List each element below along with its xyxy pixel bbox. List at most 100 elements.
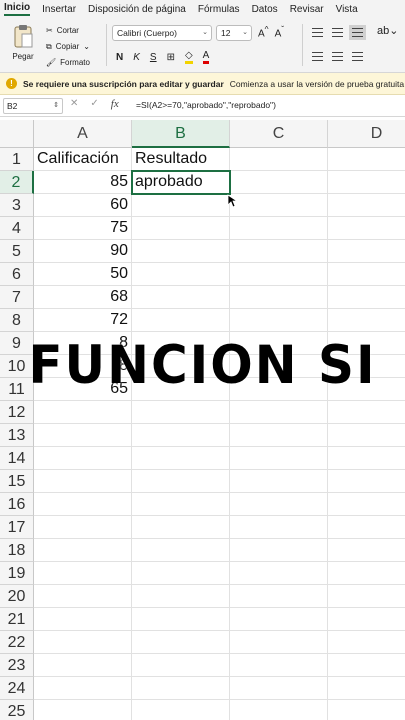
cell-c5[interactable]	[230, 240, 328, 263]
cell-a24[interactable]	[34, 677, 132, 700]
cell-b15[interactable]	[132, 470, 230, 493]
name-box[interactable]: B2 ⇕	[3, 98, 63, 114]
cell-b18[interactable]	[132, 539, 230, 562]
cell-b8[interactable]	[132, 309, 230, 332]
align-center-icon[interactable]	[332, 52, 343, 61]
cell-b25[interactable]	[132, 700, 230, 720]
row-header-20[interactable]: 20	[0, 585, 34, 608]
cell-c7[interactable]	[230, 286, 328, 309]
tab-inicio[interactable]: Inicio	[4, 2, 31, 16]
cell-b21[interactable]	[132, 608, 230, 631]
row-header-12[interactable]: 12	[0, 401, 34, 424]
cell-c25[interactable]	[230, 700, 328, 720]
cell-d19[interactable]	[328, 562, 405, 585]
cell-b1[interactable]: Resultado	[132, 148, 230, 171]
row-header-18[interactable]: 18	[0, 539, 34, 562]
tab-formulas[interactable]: Fórmulas	[198, 4, 240, 15]
tab-revisar[interactable]: Revisar	[290, 4, 324, 15]
cell-a17[interactable]	[34, 516, 132, 539]
cell-b17[interactable]	[132, 516, 230, 539]
cell-b20[interactable]	[132, 585, 230, 608]
row-header-17[interactable]: 17	[0, 516, 34, 539]
cell-a6[interactable]: 50	[34, 263, 132, 286]
cell-d4[interactable]	[328, 217, 405, 240]
row-header-13[interactable]: 13	[0, 424, 34, 447]
row-header-3[interactable]: 3	[0, 194, 34, 217]
cell-d12[interactable]	[328, 401, 405, 424]
column-header-b[interactable]: B	[132, 120, 230, 148]
cell-c18[interactable]	[230, 539, 328, 562]
cell-c1[interactable]	[230, 148, 328, 171]
cell-a7[interactable]: 68	[34, 286, 132, 309]
banner-hint[interactable]: Comienza a usar la versión de prueba gra…	[230, 79, 404, 89]
cell-d25[interactable]	[328, 700, 405, 720]
cell-d24[interactable]	[328, 677, 405, 700]
row-header-19[interactable]: 19	[0, 562, 34, 585]
align-top-icon[interactable]	[312, 28, 323, 37]
cell-a25[interactable]	[34, 700, 132, 720]
column-header-d[interactable]: D	[328, 120, 405, 148]
cell-a1[interactable]: Calificación	[34, 148, 132, 171]
row-header-16[interactable]: 16	[0, 493, 34, 516]
formula-input[interactable]: =SI(A2>=70,"aprobado","reprobado")	[136, 100, 276, 110]
tab-vista[interactable]: Vista	[336, 4, 358, 15]
cell-b23[interactable]	[132, 654, 230, 677]
row-header-22[interactable]: 22	[0, 631, 34, 654]
row-header-5[interactable]: 5	[0, 240, 34, 263]
align-left-icon[interactable]	[312, 52, 323, 61]
cell-d16[interactable]	[328, 493, 405, 516]
cell-a16[interactable]	[34, 493, 132, 516]
italic-button[interactable]: K	[133, 52, 140, 63]
cell-d15[interactable]	[328, 470, 405, 493]
fill-color-icon[interactable]: ◇	[184, 50, 193, 64]
cell-a5[interactable]: 90	[34, 240, 132, 263]
tab-datos[interactable]: Datos	[252, 4, 278, 15]
cell-c20[interactable]	[230, 585, 328, 608]
cell-b19[interactable]	[132, 562, 230, 585]
bold-button[interactable]: N	[116, 52, 123, 63]
cell-c23[interactable]	[230, 654, 328, 677]
increase-font-icon[interactable]: A^	[258, 24, 269, 39]
cell-d13[interactable]	[328, 424, 405, 447]
cell-c24[interactable]	[230, 677, 328, 700]
font-name-select[interactable]: Calibri (Cuerpo) ⌄	[112, 25, 212, 41]
tab-disposicion[interactable]: Disposición de página	[88, 4, 186, 15]
fx-icon[interactable]: fx	[111, 98, 119, 110]
cell-c3[interactable]	[230, 194, 328, 217]
cell-a22[interactable]	[34, 631, 132, 654]
cell-a18[interactable]	[34, 539, 132, 562]
row-header-23[interactable]: 23	[0, 654, 34, 677]
cell-b22[interactable]	[132, 631, 230, 654]
cell-c22[interactable]	[230, 631, 328, 654]
cell-b7[interactable]	[132, 286, 230, 309]
cell-d3[interactable]	[328, 194, 405, 217]
cell-a13[interactable]	[34, 424, 132, 447]
underline-button[interactable]: S	[150, 52, 157, 63]
align-right-icon[interactable]	[352, 52, 363, 61]
confirm-icon[interactable]: ✓	[90, 98, 98, 110]
orientation-icon[interactable]: ab⌄	[377, 24, 398, 37]
cell-b5[interactable]	[132, 240, 230, 263]
row-header-1[interactable]: 1	[0, 148, 34, 171]
cell-c12[interactable]	[230, 401, 328, 424]
cell-c2[interactable]	[230, 171, 328, 194]
cell-b12[interactable]	[132, 401, 230, 424]
cell-a4[interactable]: 75	[34, 217, 132, 240]
row-header-2[interactable]: 2	[0, 171, 34, 194]
cancel-icon[interactable]: ✕	[70, 98, 78, 110]
cell-d20[interactable]	[328, 585, 405, 608]
align-bottom-icon[interactable]	[349, 25, 366, 40]
cell-d2[interactable]	[328, 171, 405, 194]
row-header-4[interactable]: 4	[0, 217, 34, 240]
cell-a12[interactable]	[34, 401, 132, 424]
copy-button[interactable]: ⧉ Copiar ⌄	[46, 39, 90, 55]
column-header-c[interactable]: C	[230, 120, 328, 148]
row-header-21[interactable]: 21	[0, 608, 34, 631]
cell-a14[interactable]	[34, 447, 132, 470]
cell-b16[interactable]	[132, 493, 230, 516]
cell-d23[interactable]	[328, 654, 405, 677]
cut-button[interactable]: ✂ Cortar	[46, 23, 90, 39]
cell-c6[interactable]	[230, 263, 328, 286]
cell-d8[interactable]	[328, 309, 405, 332]
font-color-icon[interactable]: A	[202, 50, 210, 64]
